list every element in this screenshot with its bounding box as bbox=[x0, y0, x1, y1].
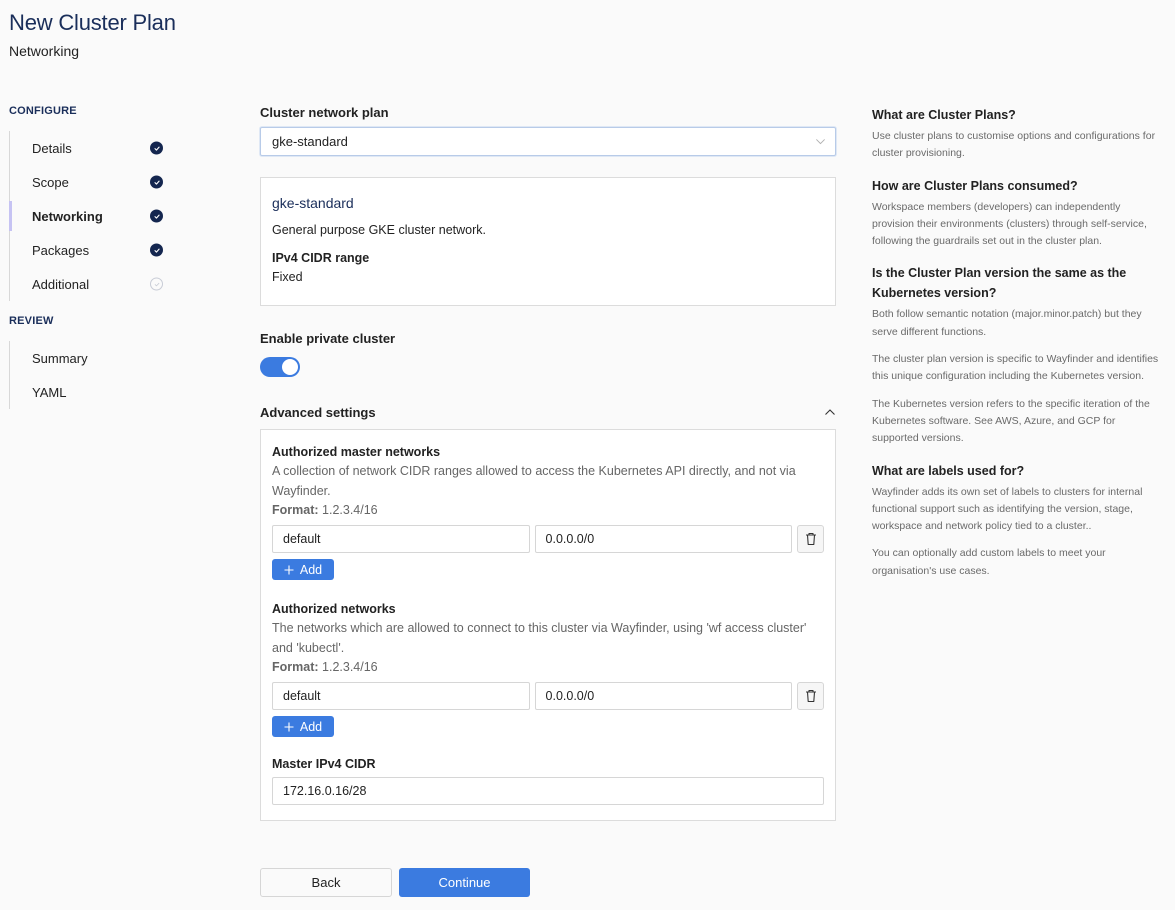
network-plan-select[interactable]: gke-standard bbox=[260, 127, 836, 156]
step-packages[interactable]: Packages bbox=[10, 233, 179, 267]
trash-icon bbox=[805, 532, 816, 546]
plus-icon bbox=[284, 722, 294, 731]
step-scope[interactable]: Scope bbox=[10, 165, 179, 199]
step-label: YAML bbox=[32, 384, 67, 400]
help-title: How are Cluster Plans consumed? bbox=[872, 178, 1078, 193]
check-complete-icon bbox=[150, 175, 163, 189]
format-hint: Format: 1.2.3.4/16 bbox=[272, 501, 824, 520]
toggle-knob bbox=[282, 359, 298, 375]
master-cidr-label: Master IPv4 CIDR bbox=[272, 757, 376, 771]
help-text: Wayfinder adds its own set of labels to … bbox=[872, 485, 1143, 533]
check-complete-icon bbox=[150, 141, 163, 155]
step-label: Networking bbox=[32, 208, 103, 224]
help-text: Workspace members (developers) can indep… bbox=[872, 200, 1147, 248]
trash-icon bbox=[805, 689, 816, 703]
help-panel: What are Cluster Plans? Use cluster plan… bbox=[872, 105, 1162, 580]
format-label: Format: bbox=[272, 660, 319, 674]
plan-details-card: gke-standard General purpose GKE cluster… bbox=[260, 177, 836, 306]
configure-steps: Details Scope Networking Packages Additi… bbox=[9, 131, 179, 301]
help-title: What are labels used for? bbox=[872, 463, 1025, 478]
step-label: Scope bbox=[32, 174, 69, 190]
cidr-range-value: Fixed bbox=[272, 270, 303, 284]
add-label: Add bbox=[299, 562, 323, 577]
private-cluster-toggle[interactable] bbox=[260, 357, 300, 377]
format-value: 1.2.3.4/16 bbox=[322, 660, 378, 674]
network-cidr-input[interactable]: 0.0.0.0/0 bbox=[534, 682, 793, 710]
help-text: Use cluster plans to customise options a… bbox=[872, 130, 1156, 160]
help-text: The cluster plan version is specific to … bbox=[872, 353, 1159, 383]
plus-icon bbox=[284, 565, 294, 574]
step-label: Additional bbox=[32, 276, 90, 292]
continue-button[interactable]: Continue bbox=[399, 868, 530, 897]
help-block: Is the Cluster Plan version the same as … bbox=[872, 263, 1162, 447]
help-title: Is the Cluster Plan version the same as … bbox=[872, 266, 1127, 301]
check-pending-icon bbox=[150, 277, 163, 291]
chevron-up-icon[interactable] bbox=[824, 406, 836, 418]
private-cluster-label: Enable private cluster bbox=[260, 331, 396, 346]
delete-row-button[interactable] bbox=[797, 682, 825, 710]
input-value: default bbox=[283, 689, 321, 703]
master-cidr-input[interactable]: 172.16.0.16/28 bbox=[272, 777, 824, 805]
check-complete-icon bbox=[150, 209, 163, 223]
add-network-button[interactable]: Add bbox=[272, 716, 334, 737]
step-yaml[interactable]: YAML bbox=[10, 375, 179, 409]
plan-description: General purpose GKE cluster network. bbox=[272, 223, 486, 237]
review-steps: Summary YAML bbox=[9, 341, 179, 409]
group-description: The networks which are allowed to connec… bbox=[272, 621, 807, 655]
wizard-sidebar: CONFIGURE Details Scope Networking Packa… bbox=[9, 105, 179, 423]
add-master-network-button[interactable]: Add bbox=[272, 559, 334, 580]
check-complete-icon bbox=[150, 243, 163, 257]
advanced-settings-header[interactable]: Advanced settings bbox=[260, 404, 836, 420]
network-row: default 0.0.0.0/0 bbox=[272, 525, 825, 553]
add-label: Add bbox=[299, 719, 323, 734]
format-label: Format: bbox=[272, 503, 319, 517]
chevron-down-icon bbox=[816, 139, 825, 145]
help-text: Both follow semantic notation (major.min… bbox=[872, 308, 1142, 338]
step-summary[interactable]: Summary bbox=[10, 341, 179, 375]
help-text: The Kubernetes version refers to the spe… bbox=[872, 397, 1150, 445]
network-plan-value: gke-standard bbox=[272, 134, 348, 149]
group-description: A collection of network CIDR ranges allo… bbox=[272, 464, 796, 498]
format-value: 1.2.3.4/16 bbox=[322, 503, 378, 517]
review-section-label: REVIEW bbox=[9, 315, 54, 327]
configure-section-label: CONFIGURE bbox=[9, 105, 77, 117]
help-block: How are Cluster Plans consumed? Workspac… bbox=[872, 176, 1162, 251]
step-details[interactable]: Details bbox=[10, 131, 179, 165]
input-value: default bbox=[283, 532, 321, 546]
network-name-input[interactable]: default bbox=[272, 525, 530, 553]
form-actions: Back Continue bbox=[260, 868, 530, 897]
master-cidr-field: Master IPv4 CIDR 172.16.0.16/28 bbox=[272, 757, 824, 805]
help-block: What are labels used for? Wayfinder adds… bbox=[872, 461, 1162, 580]
input-value: 0.0.0.0/0 bbox=[545, 689, 595, 703]
network-name-input[interactable]: default bbox=[272, 682, 530, 710]
authorized-networks: Authorized networks The networks which a… bbox=[272, 602, 825, 737]
delete-row-button[interactable] bbox=[797, 525, 825, 553]
step-additional[interactable]: Additional bbox=[10, 267, 179, 301]
help-text: You can optionally add custom labels to … bbox=[872, 547, 1106, 577]
networking-form: Cluster network plan gke-standard gke-st… bbox=[260, 105, 836, 821]
network-row: default 0.0.0.0/0 bbox=[272, 682, 825, 710]
step-networking[interactable]: Networking bbox=[9, 199, 179, 233]
page-title: New Cluster Plan bbox=[9, 10, 176, 35]
group-title: Authorized master networks bbox=[272, 445, 441, 459]
input-value: 172.16.0.16/28 bbox=[283, 784, 367, 798]
advanced-settings-label: Advanced settings bbox=[260, 404, 376, 420]
format-hint: Format: 1.2.3.4/16 bbox=[272, 658, 824, 677]
authorized-master-networks: Authorized master networks A collection … bbox=[272, 445, 825, 580]
network-cidr-input[interactable]: 0.0.0.0/0 bbox=[534, 525, 793, 553]
page-subtitle: Networking bbox=[9, 43, 80, 59]
cidr-range-label: IPv4 CIDR range bbox=[272, 251, 370, 265]
plan-name: gke-standard bbox=[272, 195, 354, 211]
input-value: 0.0.0.0/0 bbox=[545, 532, 595, 546]
back-button[interactable]: Back bbox=[260, 868, 392, 897]
group-title: Authorized networks bbox=[272, 602, 396, 616]
advanced-settings-panel: Authorized master networks A collection … bbox=[260, 429, 836, 821]
help-block: What are Cluster Plans? Use cluster plan… bbox=[872, 105, 1162, 163]
step-label: Summary bbox=[32, 350, 88, 366]
network-plan-label: Cluster network plan bbox=[260, 105, 389, 120]
help-title: What are Cluster Plans? bbox=[872, 108, 1016, 122]
step-label: Packages bbox=[32, 242, 90, 258]
step-label: Details bbox=[32, 140, 72, 156]
